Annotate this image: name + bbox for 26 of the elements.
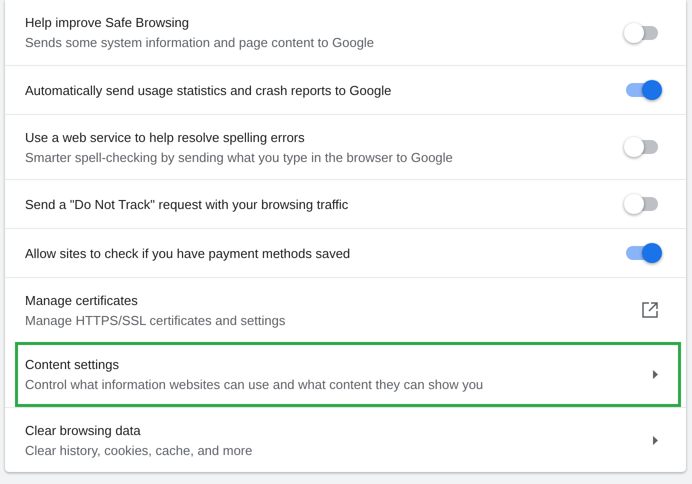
setting-title: Manage certificates [25, 292, 139, 308]
setting-row[interactable]: Allow sites to check if you have payment methods saved [5, 228, 686, 277]
highlighted-setting-row[interactable]: Content settings Control what information websites can use and what content they can show you [15, 342, 681, 407]
setting-description: Manage HTTPS/SSL certificates and settings [25, 312, 286, 328]
setting-title: Content settings [25, 357, 120, 372]
setting-description: Sends some system information and page content to Google [25, 35, 376, 50]
setting-title: Use a web service to help resolve spelling errors [25, 130, 306, 144]
caret-right-icon[interactable] [653, 370, 658, 379]
setting-description: Clear history, cookies, cache, and more [25, 442, 254, 458]
setting-row[interactable]: Send a "Do Not Track" request with your browsing traffic [5, 179, 686, 228]
setting-row[interactable]: Manage certificates Manage HTTPS/SSL certificates and settings [5, 277, 686, 342]
setting-description: Control what information websites can use and what content they can show you [25, 377, 484, 392]
setting-row[interactable]: Use a web service to help resolve spelling errors Smarter spell-checking by sending what you type in the browser to Google [5, 114, 686, 179]
setting-title: Clear browsing data [25, 422, 142, 438]
setting-title: Help improve Safe Browsing [25, 15, 190, 30]
setting-title: Automatically send usage statistics and crash reports to Google [25, 82, 392, 98]
toggle-switch[interactable] [626, 140, 658, 154]
setting-title: Allow sites to check if you have payment methods saved [25, 246, 352, 260]
setting-row[interactable]: Automatically send usage statistics and crash reports to Google [5, 65, 686, 114]
setting-row[interactable]: Help improve Safe Browsing Sends some system information and page content to Google [5, 0, 686, 65]
setting-row[interactable]: Clear browsing data Clear history, cookies, cache, and more [5, 407, 686, 472]
setting-description: Smarter spell-checking by sending what you type in the browser to Google [25, 150, 454, 164]
toggle-switch[interactable] [626, 197, 658, 211]
external-link-icon[interactable] [642, 302, 658, 318]
setting-title: Send a "Do Not Track" request with your browsing traffic [25, 196, 350, 212]
caret-right-icon[interactable] [653, 436, 658, 444]
